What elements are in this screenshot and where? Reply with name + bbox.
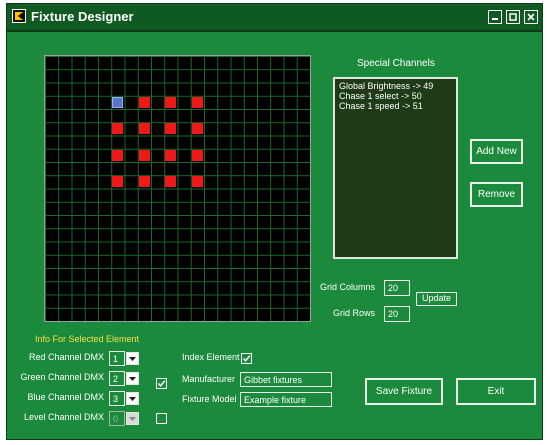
save-fixture-button[interactable]: Save Fixture — [365, 378, 443, 405]
level-channel-select[interactable]: 0 — [109, 411, 125, 426]
special-channels-heading: Special Channels — [357, 58, 435, 69]
exit-button[interactable]: Exit — [456, 378, 536, 405]
grid-rows-input[interactable]: 20 — [384, 306, 410, 322]
remove-button[interactable]: Remove — [470, 182, 523, 207]
selected-element-heading: Info For Selected Element — [35, 334, 140, 344]
update-button[interactable]: Update — [416, 292, 457, 306]
fixture-element[interactable] — [138, 123, 150, 135]
fixture-element[interactable] — [165, 149, 177, 161]
blue-channel-label: Blue Channel DMX — [27, 392, 104, 402]
close-icon[interactable] — [524, 10, 538, 24]
fixture-element[interactable] — [112, 176, 124, 188]
fixture-element[interactable] — [191, 96, 203, 108]
fixture-model-input[interactable]: Example fixture — [240, 392, 332, 407]
level-channel-label: Level Channel DMX — [23, 412, 104, 422]
grid-columns-input[interactable]: 20 — [384, 280, 410, 296]
special-channel-item[interactable]: Chase 1 speed -> 51 — [339, 101, 452, 111]
level-enabled-checkbox[interactable] — [156, 413, 167, 424]
index-element-checkbox[interactable] — [241, 353, 252, 364]
manufacturer-label: Manufacturer — [182, 374, 236, 384]
grid-rows-label: Grid Rows — [332, 308, 375, 318]
fixture-designer-window: Fixture Designer Special Channels Global… — [6, 3, 543, 440]
fixture-element[interactable] — [112, 123, 124, 135]
fixture-element[interactable] — [165, 176, 177, 188]
blue-channel-select[interactable]: 3 — [109, 391, 125, 406]
fixture-element[interactable] — [165, 123, 177, 135]
chevron-down-icon[interactable] — [126, 372, 139, 385]
manufacturer-input[interactable]: Gibbet fixtures — [240, 372, 332, 387]
add-new-button[interactable]: Add New — [470, 139, 523, 164]
fixture-element[interactable] — [138, 96, 150, 108]
fixture-element-selected[interactable] — [112, 96, 124, 108]
special-channels-list[interactable]: Global Brightness -> 49 Chase 1 select -… — [333, 77, 458, 259]
minimize-icon[interactable] — [488, 10, 502, 24]
red-channel-select[interactable]: 1 — [109, 351, 125, 366]
red-channel-label: Red Channel DMX — [28, 352, 104, 362]
title-bar[interactable]: Fixture Designer — [7, 4, 542, 32]
fixture-element[interactable] — [191, 123, 203, 135]
chevron-down-icon[interactable] — [126, 392, 139, 405]
rgb-enabled-checkbox[interactable] — [156, 378, 167, 389]
fixture-element[interactable] — [138, 176, 150, 188]
fixture-element[interactable] — [138, 149, 150, 161]
fixture-element[interactable] — [165, 96, 177, 108]
index-element-label: Index Element — [182, 352, 240, 362]
chevron-down-icon[interactable] — [126, 352, 139, 365]
green-channel-select[interactable]: 2 — [109, 371, 125, 386]
chevron-down-icon[interactable] — [126, 412, 139, 425]
fixture-model-label: Fixture Model — [182, 394, 237, 404]
maximize-icon[interactable] — [506, 10, 520, 24]
grid-columns-label: Grid Columns — [319, 282, 375, 292]
special-channel-item[interactable]: Global Brightness -> 49 — [339, 81, 452, 91]
window-title: Fixture Designer — [31, 9, 134, 24]
app-icon — [12, 9, 26, 23]
fixture-element[interactable] — [191, 176, 203, 188]
special-channel-item[interactable]: Chase 1 select -> 50 — [339, 91, 452, 101]
green-channel-label: Green Channel DMX — [20, 372, 104, 382]
fixture-element[interactable] — [191, 149, 203, 161]
fixture-grid[interactable] — [44, 55, 311, 322]
fixture-element[interactable] — [112, 149, 124, 161]
